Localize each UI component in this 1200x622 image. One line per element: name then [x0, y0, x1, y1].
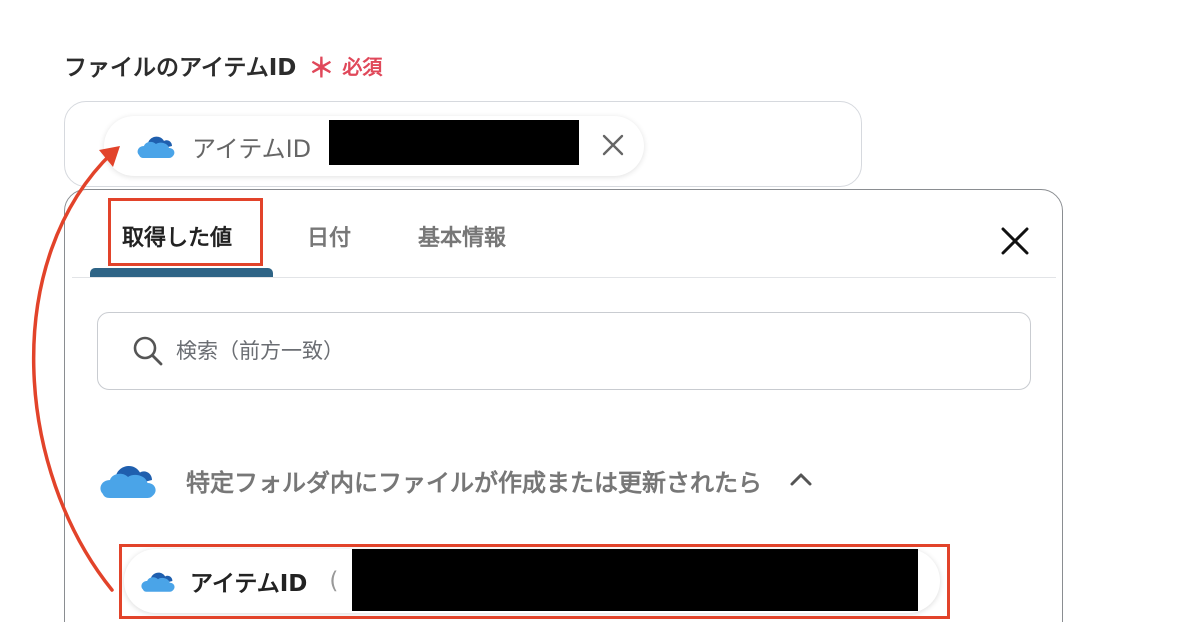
search-box[interactable]: [97, 312, 1031, 390]
close-icon: [602, 134, 624, 156]
field-label: ファイルのアイテムID ＊ 必須: [64, 48, 383, 84]
onedrive-cloud-icon: [141, 572, 175, 592]
output-item-item-id[interactable]: アイテムID (: [124, 549, 940, 613]
field-label-text: ファイルのアイテムID: [64, 55, 297, 81]
chevron-up-icon[interactable]: [788, 467, 814, 493]
output-item-label: アイテムID: [190, 571, 308, 597]
trigger-group-header[interactable]: 特定フォルダ内にファイルが作成または更新されたら: [98, 460, 814, 500]
close-icon: [1001, 227, 1029, 255]
selected-value-chip[interactable]: アイテムID: [104, 116, 644, 176]
required-text: 必須: [342, 54, 383, 79]
tab-basic-info[interactable]: 基本情報: [418, 220, 506, 252]
onedrive-cloud-icon: [100, 465, 156, 498]
group-title: 特定フォルダ内にファイルが作成または更新されたら: [186, 468, 762, 497]
close-panel-button[interactable]: [996, 222, 1034, 260]
output-item-paren: (: [329, 568, 339, 594]
active-tab-indicator: [90, 268, 273, 277]
tab-bar: 取得した値 日付 基本情報: [72, 196, 1056, 278]
redacted-value: [352, 549, 918, 611]
redacted-value: [329, 120, 579, 165]
remove-chip-button[interactable]: [598, 130, 628, 160]
chip-label: アイテムID: [192, 134, 312, 163]
required-star: ＊: [308, 54, 335, 84]
tab-acquired-values[interactable]: 取得した値: [122, 220, 232, 252]
tab-date[interactable]: 日付: [307, 220, 351, 252]
onedrive-cloud-icon: [137, 136, 175, 158]
form-screen: ファイルのアイテムID ＊ 必須 アイテムID 取得した値 日付 基本情報 検索…: [0, 0, 1200, 622]
search-icon: [133, 336, 163, 366]
search-input[interactable]: [174, 338, 978, 364]
